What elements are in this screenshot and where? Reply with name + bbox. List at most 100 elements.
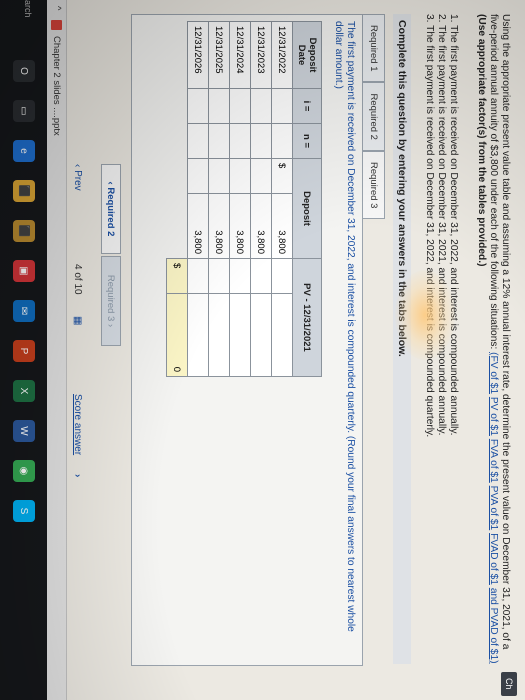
total-pv: 0: [166, 293, 188, 377]
instruction-text: The first payment is received on Decembe…: [333, 21, 356, 632]
dollar-sign: [229, 158, 251, 194]
tab-required-3[interactable]: Required 3: [363, 150, 385, 220]
next-required-button[interactable]: Required 3 ›: [101, 256, 121, 346]
download-filename[interactable]: Chapter 2 slides ....pptx: [51, 36, 62, 136]
dollar-sign: $: [271, 158, 293, 194]
situation-item: 2. The first payment is received on Dece…: [436, 14, 447, 436]
pv-input[interactable]: [250, 293, 272, 377]
table-row: 12/31/2025 3,800: [208, 21, 230, 377]
required-nav: ‹ Required 2 Required 3 ›: [97, 14, 121, 664]
download-bar: ^ Chapter 2 slides ....pptx: [46, 0, 67, 700]
deposit-value: 3,800: [208, 193, 230, 259]
col-deposit-date: Deposit Date: [292, 21, 322, 89]
link-pva-of-1[interactable]: PVA of $1: [488, 486, 499, 531]
taskbar: arch O ▭ e ⬛ ⬛ ▣ ✉ P X W ◉ S: [0, 0, 47, 700]
n-input[interactable]: [250, 123, 272, 159]
table-row: 12/31/2022 $ 3,800: [271, 21, 293, 377]
store-icon[interactable]: ⬛: [13, 220, 35, 242]
situation-item: 3. The first payment is received on Dece…: [424, 14, 435, 438]
grid-icon[interactable]: ▦: [72, 316, 83, 325]
required-tabs: Required 1 Required 2 Required 3: [363, 14, 385, 220]
pv-table: Deposit Date i = n = Deposit PV - 12/31/…: [166, 21, 322, 377]
situation-item: 1. The first payment is received on Dece…: [448, 14, 459, 436]
task-view-icon[interactable]: ▭: [13, 100, 35, 122]
i-input[interactable]: [208, 88, 230, 124]
complete-heading: Complete this question by entering your …: [393, 14, 411, 664]
deposit-value: 3,800: [187, 193, 209, 259]
link-pvad-of-1[interactable]: and PVAD of $1): [488, 588, 499, 664]
deposit-date: 12/31/2023: [250, 21, 272, 89]
pv-input[interactable]: [271, 293, 293, 377]
powerpoint-icon[interactable]: P: [13, 340, 35, 362]
corner-tab[interactable]: Ch: [501, 672, 517, 696]
screen-photo: Ch Using the appropriate present value t…: [0, 0, 525, 700]
pv-dollar: [250, 258, 272, 294]
mail-icon[interactable]: ✉: [13, 300, 35, 322]
link-fva-of-1[interactable]: FVA of $1: [488, 439, 499, 483]
chrome-icon[interactable]: ◉: [13, 460, 35, 482]
browser-content: Ch Using the appropriate present value t…: [0, 0, 525, 700]
table-row: 12/31/2023 3,800: [250, 21, 272, 377]
link-fv-of-1[interactable]: (FV of $1: [488, 352, 499, 394]
total-row: $ 0: [166, 22, 188, 377]
dollar-sign: [208, 158, 230, 194]
col-pv: PV - 12/31/2021: [292, 258, 322, 377]
tab-required-2[interactable]: Required 2: [363, 82, 385, 151]
table-header-row: Deposit Date i = n = Deposit PV - 12/31/…: [292, 21, 322, 377]
pv-input[interactable]: [229, 293, 251, 377]
n-input[interactable]: [271, 123, 293, 159]
deposit-value: 3,800: [229, 193, 251, 259]
prev-question-link[interactable]: ‹ Prev: [72, 164, 83, 191]
pv-dollar: [271, 258, 293, 294]
score-answer-link[interactable]: Score answer: [72, 394, 83, 455]
link-pv-of-1[interactable]: PV of $1: [488, 397, 499, 436]
edge-icon[interactable]: e: [13, 140, 35, 162]
skype-icon[interactable]: S: [13, 500, 35, 522]
deposit-value: 3,800: [271, 193, 293, 259]
excel-icon[interactable]: X: [13, 380, 35, 402]
chevron-up-icon[interactable]: ^: [52, 6, 63, 10]
answer-panel: The first payment is received on Decembe…: [131, 14, 363, 666]
tab-required-1[interactable]: Required 1: [363, 14, 385, 83]
next-question-arrow[interactable]: ›: [72, 474, 83, 477]
total-dollar: $: [166, 258, 188, 294]
cortana-icon[interactable]: O: [13, 60, 35, 82]
dollar-sign: [250, 158, 272, 194]
col-deposit: Deposit: [292, 158, 322, 259]
question-pager: ‹ Prev 4 of 10 ▦ Score answer ›: [65, 14, 83, 664]
pv-input[interactable]: [208, 293, 230, 377]
pv-dollar: [208, 258, 230, 294]
file-explorer-icon[interactable]: ⬛: [13, 180, 35, 202]
question-count: 4 of 10: [72, 264, 83, 295]
dollar-sign: [187, 158, 209, 194]
n-input[interactable]: [187, 123, 209, 159]
total-spacer: [167, 22, 188, 259]
i-input[interactable]: [187, 88, 209, 124]
word-icon[interactable]: W: [13, 420, 35, 442]
n-input[interactable]: [229, 123, 251, 159]
link-fvad-of-1[interactable]: FVAD of $1: [488, 533, 499, 585]
table-row: 12/31/2024 3,800: [229, 21, 251, 377]
office-icon[interactable]: ▣: [13, 260, 35, 282]
question-intro: Using the appropriate present value tabl…: [475, 14, 511, 664]
i-input[interactable]: [229, 88, 251, 124]
pptx-file-icon: [51, 20, 62, 30]
table-row: 12/31/2026 3,800: [187, 21, 209, 377]
situation-list: 1. The first payment is received on Dece…: [423, 14, 459, 664]
pv-dollar: [229, 258, 251, 294]
prev-required-button[interactable]: ‹ Required 2: [101, 164, 121, 254]
deposit-date: 12/31/2025: [208, 21, 230, 89]
deposit-date: 12/31/2022: [271, 21, 293, 89]
n-input[interactable]: [208, 123, 230, 159]
i-input[interactable]: [250, 88, 272, 124]
taskbar-search[interactable]: arch: [0, 0, 47, 30]
pv-dollar: [187, 258, 209, 294]
col-i: i =: [292, 88, 322, 124]
deposit-date: 12/31/2026: [187, 21, 209, 89]
deposit-date: 12/31/2024: [229, 21, 251, 89]
intro-bold-note: (Use appropriate factor(s) from the tabl…: [476, 14, 487, 267]
pv-input[interactable]: [187, 293, 209, 377]
i-input[interactable]: [271, 88, 293, 124]
deposit-value: 3,800: [250, 193, 272, 259]
col-n: n =: [292, 123, 322, 159]
